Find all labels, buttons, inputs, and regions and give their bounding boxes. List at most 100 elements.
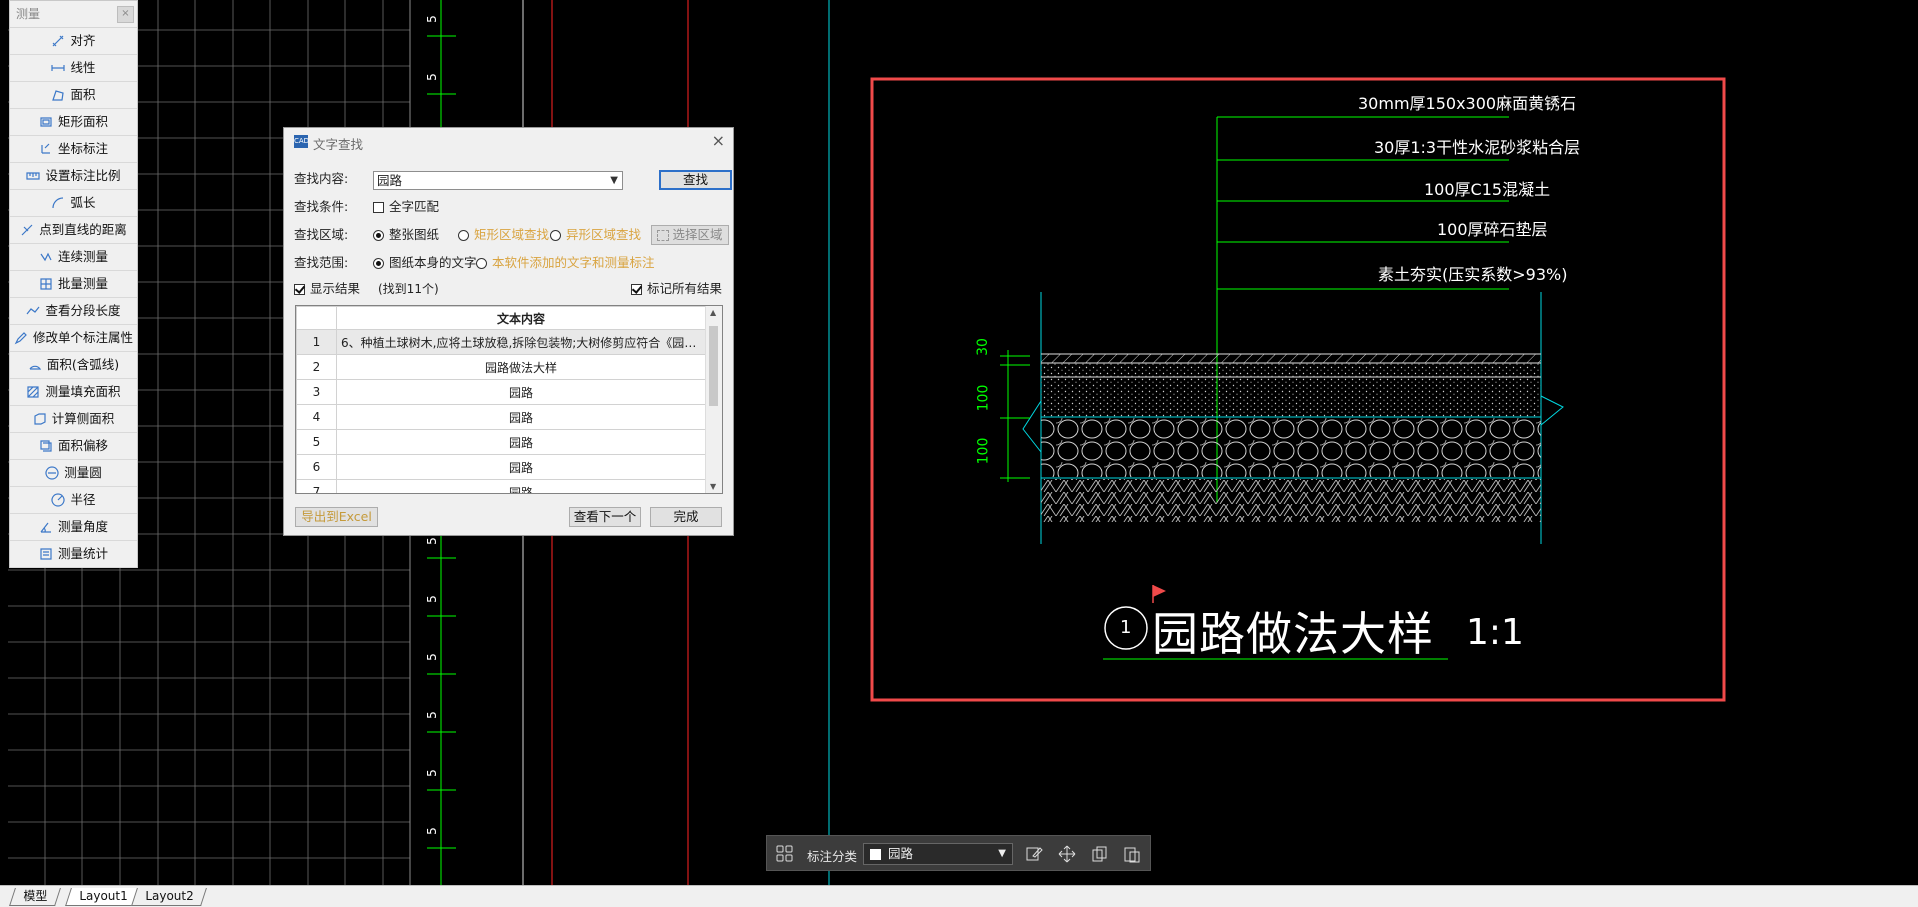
measure-tool-8[interactable]: 点到直线的距离 — [10, 217, 137, 244]
measure-tool-15[interactable]: 计算侧面积 — [10, 406, 137, 433]
measure-tool-label: 坐标标注 — [57, 141, 108, 156]
measure-toolbar-title-text: 测量 — [16, 7, 41, 21]
select-area-button[interactable]: 选择区域 — [651, 225, 729, 245]
measure-tool-17[interactable]: 测量圆 — [10, 460, 137, 487]
annotation-category-bar: 标注分类 园路 ▼ — [766, 835, 1151, 871]
radio-icon[interactable] — [458, 230, 469, 241]
chevron-down-icon[interactable]: ▼ — [998, 844, 1006, 864]
table-row[interactable]: 5 园路 — [296, 429, 706, 455]
dialog-titlebar[interactable]: CAD 文字查找 × — [284, 128, 733, 155]
measure-tool-label: 设置标注比例 — [45, 168, 121, 183]
search-input[interactable]: 园路 ▼ — [373, 171, 623, 190]
table-row[interactable]: 3 园路 — [296, 379, 706, 405]
measure-tool-6[interactable]: 设置标注比例 — [10, 163, 137, 190]
radio-icon[interactable] — [550, 230, 561, 241]
close-icon[interactable]: × — [712, 131, 725, 150]
results-table[interactable]: 文本内容 16、种植土球树木,应将土球放稳,拆除包装物;大树修剪应符合《园林绿化… — [295, 305, 723, 494]
vertical-scrollbar[interactable]: ▲ ▼ — [705, 306, 722, 493]
row-text: 园路 — [336, 429, 706, 455]
tab-layout2-label: Layout2 — [145, 889, 194, 903]
table-row[interactable]: 6 园路 — [296, 454, 706, 480]
scrollbar-thumb[interactable] — [709, 326, 718, 406]
close-icon[interactable]: × — [117, 6, 134, 23]
grid-icon[interactable] — [775, 844, 795, 864]
next-result-button[interactable]: 查看下一个 — [569, 507, 641, 527]
paste-icon[interactable] — [1122, 844, 1142, 864]
area-option-irregular[interactable]: 异形区域查找 — [550, 224, 641, 246]
scope-option-drawing-label: 图纸本身的文字 — [389, 255, 477, 270]
table-row[interactable]: 16、种植土球树木,应将土球放稳,拆除包装物;大树修剪应符合《园林绿化工程施工及… — [296, 329, 706, 355]
copy-icon[interactable] — [1090, 844, 1110, 864]
measure-tool-label: 计算侧面积 — [51, 411, 115, 426]
show-results-checkbox[interactable]: 显示结果 — [294, 278, 360, 300]
tab-layout2[interactable]: Layout2 — [131, 888, 208, 906]
move-icon[interactable] — [1057, 844, 1077, 864]
batch-measure-icon — [39, 277, 53, 291]
table-row[interactable]: 7 园路 — [296, 479, 706, 493]
measure-tool-7[interactable]: 弧长 — [10, 190, 137, 217]
area-option-whole[interactable]: 整张图纸 — [373, 224, 439, 246]
row-number: 1 — [296, 329, 337, 355]
measure-tool-label: 面积(含弧线) — [46, 357, 120, 372]
edit-annotation-icon — [14, 331, 28, 345]
table-row[interactable]: 2 园路做法大样 — [296, 354, 706, 380]
tab-layout1[interactable]: Layout1 — [65, 888, 142, 906]
row-number: 2 — [296, 354, 337, 380]
edit-icon[interactable] — [1024, 844, 1044, 864]
measure-tool-14[interactable]: 测量填充面积 — [10, 379, 137, 406]
measure-tool-3[interactable]: 面积 — [10, 82, 137, 109]
measure-tool-10[interactable]: 批量测量 — [10, 271, 137, 298]
radio-icon[interactable] — [373, 230, 384, 241]
measure-tool-1[interactable]: 对齐 — [10, 28, 137, 55]
checkbox-icon[interactable] — [294, 284, 305, 295]
measure-tool-13[interactable]: 面积(含弧线) — [10, 352, 137, 379]
point-line-distance-icon — [20, 223, 34, 237]
area-option-rect[interactable]: 矩形区域查找 — [458, 224, 549, 246]
find-button[interactable]: 查找 — [659, 170, 732, 190]
category-select[interactable]: 园路 ▼ — [863, 843, 1013, 865]
measure-tool-12[interactable]: 修改单个标注属性 — [10, 325, 137, 352]
rect-area-icon — [39, 115, 53, 129]
table-row[interactable]: 4 园路 — [296, 404, 706, 430]
statistics-icon — [39, 547, 53, 561]
checkbox-icon[interactable] — [373, 202, 384, 213]
area-label: 查找区域: — [294, 227, 349, 242]
measure-tool-2[interactable]: 线性 — [10, 55, 137, 82]
mark-all-checkbox[interactable]: 标记所有结果 — [631, 278, 722, 300]
arc-length-icon — [51, 196, 65, 210]
measure-tool-20[interactable]: 测量统计 — [10, 541, 137, 568]
dim-label-100b: 100 — [975, 437, 992, 465]
checkbox-icon[interactable] — [631, 284, 642, 295]
radio-icon[interactable] — [373, 258, 384, 269]
scope-label: 查找范围: — [294, 255, 349, 270]
tab-layout1-label: Layout1 — [79, 889, 128, 903]
found-count: (找到11个) — [378, 282, 439, 296]
select-area-icon — [657, 230, 670, 241]
search-label: 查找内容: — [294, 171, 349, 186]
scroll-up-icon[interactable]: ▲ — [710, 308, 716, 317]
layer-label-3: 100厚C15混凝土 — [1424, 180, 1551, 199]
measure-tool-9[interactable]: 连续测量 — [10, 244, 137, 271]
measure-tool-11[interactable]: 查看分段长度 — [10, 298, 137, 325]
dim-label-30: 30 — [974, 338, 991, 356]
radio-icon[interactable] — [476, 258, 487, 269]
measure-tool-label: 半径 — [70, 492, 96, 507]
measure-tool-16[interactable]: 面积偏移 — [10, 433, 137, 460]
area-icon — [51, 88, 65, 102]
category-label: 标注分类 — [807, 849, 858, 864]
scope-option-drawing[interactable]: 图纸本身的文字 — [373, 252, 477, 274]
scroll-down-icon[interactable]: ▼ — [710, 482, 716, 491]
measure-tool-4[interactable]: 矩形面积 — [10, 109, 137, 136]
done-button[interactable]: 完成 — [650, 507, 722, 527]
chevron-down-icon[interactable]: ▼ — [610, 172, 618, 189]
tab-model[interactable]: 模型 — [9, 888, 61, 906]
measure-tool-18[interactable]: 半径 — [10, 487, 137, 514]
export-excel-button[interactable]: 导出到Excel — [295, 507, 378, 527]
full-match-checkbox[interactable]: 全字匹配 — [373, 196, 439, 218]
scope-option-added[interactable]: 本软件添加的文字和测量标注 — [476, 252, 655, 274]
row-text: 园路做法大样 — [336, 354, 706, 380]
measure-tool-19[interactable]: 测量角度 — [10, 514, 137, 541]
measure-tool-label: 连续测量 — [57, 249, 108, 264]
row-number: 3 — [296, 379, 337, 405]
measure-tool-5[interactable]: 坐标标注 — [10, 136, 137, 163]
